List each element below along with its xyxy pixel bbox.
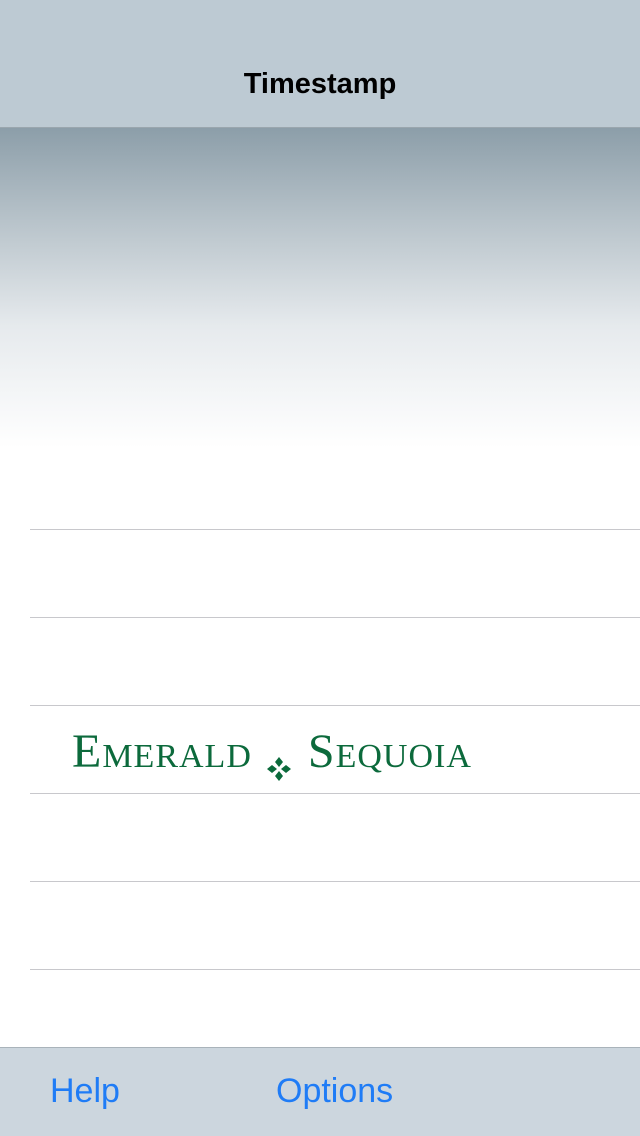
brand-word-right: Sequoia	[307, 725, 472, 778]
options-button[interactable]: Options	[276, 1072, 393, 1111]
diamond-ornament-icon	[266, 739, 292, 781]
page-title: Timestamp	[243, 68, 397, 100]
row-separator	[30, 617, 640, 618]
row-separator	[30, 529, 640, 530]
navigation-bar: Timestamp	[0, 0, 640, 128]
brand-logo: Emerald Sequoia	[72, 724, 472, 784]
row-separator	[30, 793, 640, 794]
brand-word-left: Emerald	[72, 725, 252, 778]
row-separator	[30, 881, 640, 882]
bottom-toolbar: Help Options	[0, 1047, 640, 1136]
row-separator	[30, 969, 640, 970]
header-gradient	[0, 128, 640, 448]
timestamp-screen: Timestamp Emerald Sequoia Help Options	[0, 0, 640, 1136]
row-separator	[30, 705, 640, 706]
help-button[interactable]: Help	[50, 1072, 120, 1111]
